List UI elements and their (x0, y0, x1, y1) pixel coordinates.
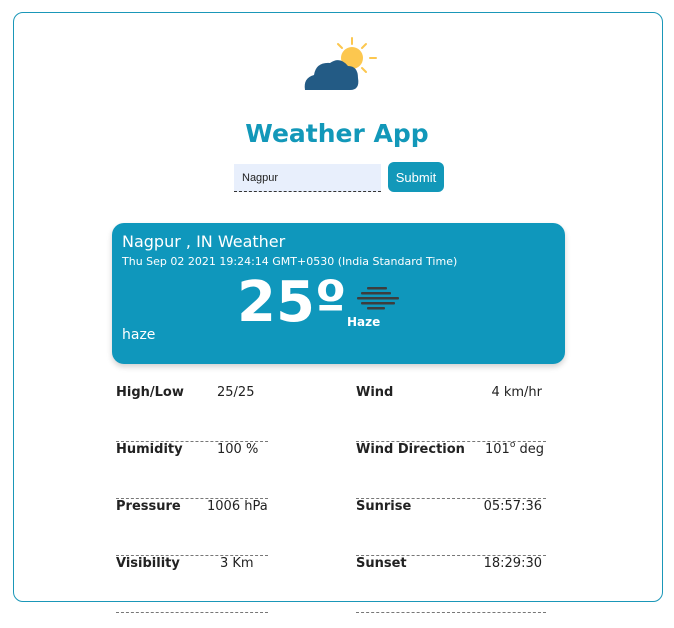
haze-icon (357, 287, 399, 310)
city-search-input[interactable] (234, 164, 381, 192)
detail-value: 1006 hPa (207, 499, 268, 514)
detail-value: 4 km/hr (491, 385, 542, 400)
condition-label: Haze (347, 315, 381, 329)
detail-value: 18:29:30 (483, 556, 542, 571)
detail-value: 100 % (217, 442, 259, 457)
detail-sunset: Sunset 18:29:30 (356, 556, 546, 613)
submit-button[interactable]: Submit (388, 162, 444, 192)
detail-label: High/Low (116, 385, 184, 400)
detail-visibility: Visibility 3 Km (116, 556, 268, 613)
degree-symbol: o (509, 440, 516, 450)
current-temperature: 25º (237, 270, 347, 335)
weather-logo-icon (304, 37, 377, 90)
detail-label: Sunset (356, 556, 407, 571)
app-title: Weather App (245, 119, 429, 148)
detail-value: 05:57:36 (483, 499, 542, 514)
detail-wind: Wind 4 km/hr (356, 385, 546, 442)
current-weather-card: Nagpur , IN Weather Thu Sep 02 2021 19:2… (112, 223, 565, 364)
detail-label: Pressure (116, 499, 181, 514)
detail-wind-direction: Wind Direction 101o deg (356, 440, 546, 499)
location-title: Nagpur , IN Weather (122, 232, 286, 251)
detail-pressure: Pressure 1006 hPa (116, 499, 268, 556)
current-datetime: Thu Sep 02 2021 19:24:14 GMT+0530 (India… (122, 255, 458, 268)
detail-label: Wind Direction (356, 442, 465, 457)
wind-direction-number: 101 (485, 442, 510, 457)
condition-description: haze (122, 327, 156, 343)
detail-value: 3 Km (220, 556, 254, 571)
detail-label: Visibility (116, 556, 180, 571)
detail-label: Sunrise (356, 499, 412, 514)
detail-humidity: Humidity 100 % (116, 442, 268, 499)
divider (356, 612, 546, 613)
detail-label: Humidity (116, 442, 183, 457)
wind-direction-unit: deg (519, 442, 544, 457)
detail-value: 101o deg (485, 440, 544, 457)
detail-sunrise: Sunrise 05:57:36 (356, 499, 546, 556)
detail-label: Wind (356, 385, 394, 400)
divider (116, 612, 268, 613)
detail-high-low: High/Low 25/25 (116, 385, 268, 442)
detail-value: 25/25 (217, 385, 255, 400)
